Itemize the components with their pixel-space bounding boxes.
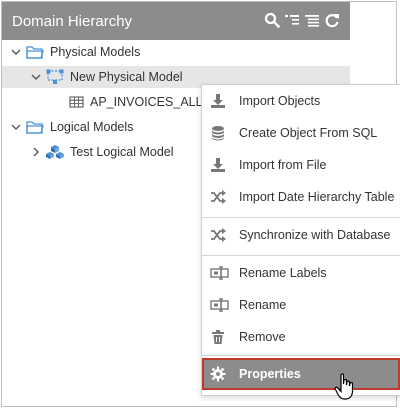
- database-icon: [210, 125, 226, 141]
- refresh-icon[interactable]: [324, 12, 340, 28]
- menu-item-synchronize-with-database[interactable]: Synchronize with Database: [202, 219, 400, 251]
- chevron-down-icon[interactable]: [10, 41, 22, 63]
- domain-hierarchy-panel: Domain Hierarchy Physical Models New Phy…: [1, 1, 400, 407]
- menu-item-rename[interactable]: Rename: [202, 289, 400, 321]
- logical-model-icon: [46, 144, 64, 160]
- menu-separator: [202, 355, 400, 356]
- menu-item-label: Import Objects: [239, 94, 321, 108]
- header-toolbar: [264, 12, 340, 28]
- menu-item-properties[interactable]: Properties: [202, 358, 400, 390]
- chevron-right-icon[interactable]: [30, 141, 42, 163]
- menu-item-label: Import from File: [239, 158, 327, 172]
- menu-item-remove[interactable]: Remove: [202, 321, 400, 353]
- tree-node-physical-models[interactable]: Physical Models: [2, 41, 396, 63]
- menu-item-rename-labels[interactable]: Rename Labels: [202, 257, 400, 289]
- tree-node-label: AP_INVOICES_ALL: [90, 95, 203, 109]
- tree-node-test-logical-model[interactable]: Test Logical Model: [2, 141, 202, 163]
- shuffle-icon: [210, 227, 226, 243]
- physical-model-icon: [46, 69, 64, 85]
- menu-item-label: Import Date Hierarchy Table: [239, 190, 395, 204]
- menu-item-label: Rename: [239, 298, 287, 312]
- chevron-down-icon[interactable]: [30, 66, 42, 88]
- menu-item-label: Create Object From SQL: [239, 126, 378, 140]
- download-icon: [210, 157, 226, 173]
- menu-separator: [202, 217, 400, 218]
- menu-item-label: Synchronize with Database: [239, 228, 391, 242]
- tree-node-label: New Physical Model: [70, 70, 183, 84]
- list-icon[interactable]: [304, 12, 320, 28]
- collapse-icon[interactable]: [284, 12, 300, 28]
- menu-item-label: Properties: [239, 367, 301, 381]
- folder-icon: [26, 119, 44, 135]
- tree-node-ap-invoices-all[interactable]: AP_INVOICES_ALL: [2, 91, 203, 113]
- menu-item-import-date-hierarchy-table[interactable]: Import Date Hierarchy Table: [202, 181, 400, 213]
- menu-item-create-object-from-sql[interactable]: Create Object From SQL: [202, 117, 400, 149]
- panel-title: Domain Hierarchy: [12, 13, 133, 30]
- trash-icon: [210, 329, 226, 345]
- shuffle-icon: [210, 189, 226, 205]
- tree-node-label: Physical Models: [50, 45, 141, 59]
- download-icon: [210, 93, 226, 109]
- tree-node-label: Logical Models: [50, 120, 134, 134]
- tree-node-logical-models[interactable]: Logical Models: [2, 116, 202, 138]
- menu-item-label: Remove: [239, 330, 286, 344]
- menu-item-import-objects[interactable]: Import Objects: [202, 85, 400, 117]
- menu-separator: [202, 255, 400, 256]
- context-menu: Import Objects Create Object From SQL Im…: [201, 84, 400, 396]
- tree-node-label: Test Logical Model: [70, 145, 174, 159]
- table-icon: [68, 94, 86, 110]
- rename-icon: [210, 297, 229, 313]
- folder-icon: [26, 44, 44, 60]
- menu-item-label: Rename Labels: [239, 266, 327, 280]
- search-icon[interactable]: [264, 12, 280, 28]
- rename-icon: [210, 265, 229, 281]
- menu-item-import-from-file[interactable]: Import from File: [202, 149, 400, 181]
- chevron-down-icon[interactable]: [10, 116, 22, 138]
- panel-header: Domain Hierarchy: [2, 2, 350, 40]
- gear-icon: [210, 366, 226, 382]
- hand-cursor-icon: [334, 373, 356, 401]
